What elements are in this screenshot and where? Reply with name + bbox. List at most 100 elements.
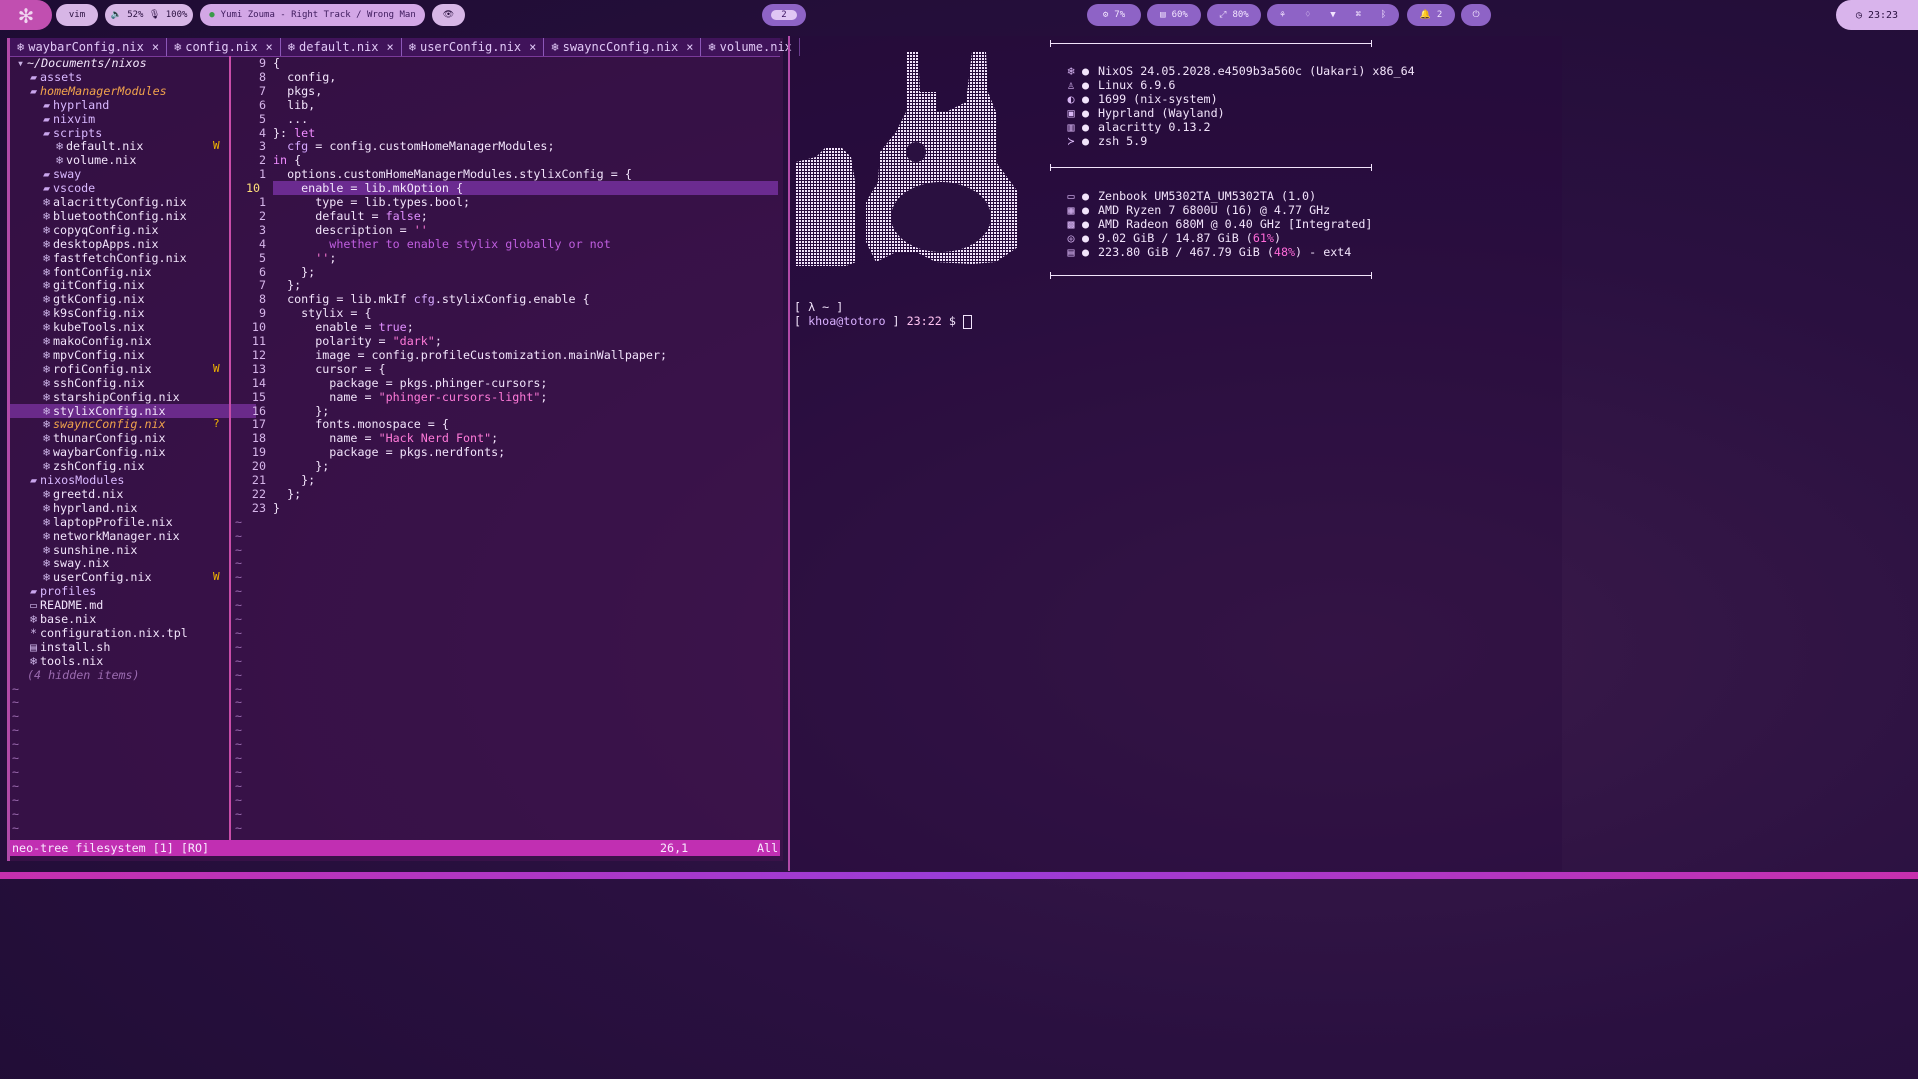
code-line[interactable]: { (273, 56, 280, 70)
code-line[interactable]: in { (273, 153, 301, 167)
code-line[interactable]: cfg = config.customHomeManagerModules; (273, 139, 554, 153)
code-line[interactable]: } (273, 501, 280, 515)
tree-item[interactable]: ❄ thunarConfig.nix (10, 431, 166, 445)
tree-item[interactable]: ❄ laptopProfile.nix (10, 515, 173, 529)
code-line[interactable]: options.customHomeManagerModules.stylixC… (273, 167, 632, 181)
tree-item[interactable]: ❄ fastfetchConfig.nix (10, 251, 187, 265)
tree-item[interactable]: ❄ sunshine.nix (10, 543, 137, 557)
workspace-indicator[interactable]: 2 (762, 4, 806, 26)
memory-pill[interactable]: ▤ 60% (1147, 4, 1201, 26)
tree-item[interactable]: ❄ mpvConfig.nix (10, 348, 145, 362)
current-code-line[interactable]: enable = lib.mkOption { (273, 181, 778, 196)
code-line[interactable]: image = config.profileCustomization.main… (273, 348, 667, 362)
close-tab-icon[interactable]: × (686, 40, 693, 54)
tree-item[interactable]: ❄ gitConfig.nix (10, 278, 145, 292)
tree-item[interactable]: ▰ hyprland (10, 98, 109, 112)
nix-snowflake-icon[interactable]: ✻ (0, 0, 52, 30)
code-line[interactable]: fonts.monospace = { (273, 417, 449, 431)
code-line[interactable]: package = pkgs.nerdfonts; (273, 445, 505, 459)
tree-item[interactable]: ❄ swayncConfig.nix? (10, 417, 220, 431)
close-tab-icon[interactable]: × (387, 40, 394, 54)
code-line[interactable]: lib, (273, 98, 315, 112)
tree-item[interactable]: ❄ makoConfig.nix (10, 334, 152, 348)
tray-app-icon[interactable]: ⚘ (1280, 10, 1285, 20)
code-line[interactable]: }; (273, 473, 315, 487)
tree-item[interactable]: ❄ k9sConfig.nix (10, 306, 145, 320)
code-line[interactable]: stylix = { (273, 306, 371, 320)
code-line[interactable]: enable = true; (273, 320, 414, 334)
buffer-tab[interactable]: ❄ volume.nix (701, 38, 800, 56)
tree-item[interactable]: ❄ base.nix (10, 612, 96, 626)
network-icon[interactable]: ⌘ (1356, 10, 1361, 20)
code-line[interactable]: }; (273, 487, 301, 501)
buffer-tab[interactable]: ❄ default.nix × (281, 38, 402, 56)
code-line[interactable]: }; (273, 404, 329, 418)
disk-pill[interactable]: ⤢ 80% (1207, 4, 1261, 26)
tree-item[interactable]: ❄ gtkConfig.nix (10, 292, 145, 306)
code-line[interactable]: type = lib.types.bool; (273, 195, 470, 209)
tree-item[interactable]: ❄ zshConfig.nix (10, 459, 145, 473)
tree-item[interactable]: ▰ nixosModules (10, 473, 124, 487)
close-tab-icon[interactable]: × (529, 40, 536, 54)
code-line[interactable]: config, (273, 70, 336, 84)
tree-item[interactable]: ❄ stylixConfig.nix (10, 403, 256, 418)
bluetooth-icon[interactable]: ᛒ (1381, 10, 1386, 20)
neovim-window[interactable]: ❄ waybarConfig.nix × ❄ config.nix × ❄ default.n… (7, 38, 800, 861)
power-button[interactable]: ⏻ (1461, 4, 1491, 26)
tree-item[interactable]: ❄ alacrittyConfig.nix (10, 195, 187, 209)
tree-item[interactable]: ❄ volume.nix (10, 153, 136, 167)
tree-item[interactable]: ▰ nixvim (10, 112, 95, 126)
tree-item[interactable]: ❄ sshConfig.nix (10, 376, 145, 390)
tree-item[interactable]: ❄ starshipConfig.nix (10, 390, 180, 404)
code-editor[interactable]: { config, pkgs, lib, ...}: let cfg = con… (273, 56, 778, 846)
tree-item[interactable]: ❄ greetd.nix (10, 487, 123, 501)
code-line[interactable]: ''; (273, 251, 336, 265)
prompt-line-2[interactable]: [ khoa@totoro ] 23:22 $ (794, 314, 972, 329)
notifications-pill[interactable]: 🔔 2 (1407, 4, 1455, 26)
code-line[interactable]: config = lib.mkIf cfg.stylixConfig.enabl… (273, 292, 590, 306)
code-line[interactable]: }: let (273, 126, 315, 140)
volume-pill[interactable]: 🔈 52% 🎙 100% (105, 4, 193, 26)
tree-item[interactable]: ❄ rofiConfig.nix W (10, 362, 220, 376)
terminal-window[interactable]: ❄ ● NixOS 24.05.2028.e4509b3a560c (Uakari)… (788, 36, 1562, 871)
tree-item[interactable]: ❄ userConfig.nix W (10, 570, 220, 584)
tree-item[interactable]: ▰ sway (10, 167, 81, 181)
tree-item[interactable]: ▰ scripts (10, 126, 102, 140)
split-separator[interactable] (229, 56, 231, 846)
cpu-pill[interactable]: ⚙ 7% (1087, 4, 1141, 26)
code-line[interactable]: whether to enable stylix globally or not (273, 237, 610, 251)
tree-item[interactable]: ❄ desktopApps.nix (10, 237, 159, 251)
buffer-tab[interactable]: ❄ swayncConfig.nix × (544, 38, 702, 56)
tree-item[interactable]: ❄ tools.nix (10, 654, 103, 668)
tree-item[interactable]: * configuration.nix.tpl (10, 626, 188, 640)
tree-root[interactable]: ▾ ~/Documents/nixos (14, 56, 147, 70)
tree-item[interactable]: ▰ assets (10, 70, 82, 84)
clock-pill[interactable]: ◷ 23:23 (1836, 0, 1918, 30)
code-line[interactable]: ... (273, 112, 308, 126)
media-player-pill[interactable]: ● Yumi Zouma - Right Track / Wrong Man (200, 4, 425, 26)
close-tab-icon[interactable]: × (152, 40, 159, 54)
code-line[interactable]: name = "phinger-cursors-light"; (273, 390, 547, 404)
code-line[interactable]: cursor = { (273, 362, 385, 376)
vim-mode-pill[interactable]: vim (56, 4, 98, 26)
visibility-toggle-button[interactable]: 👁 (432, 4, 465, 26)
tree-item[interactable]: ▰ profiles (10, 584, 96, 598)
tree-item[interactable]: ❄ bluetoothConfig.nix (10, 209, 187, 223)
tree-item[interactable]: ❄ waybarConfig.nix (10, 445, 166, 459)
code-line[interactable]: name = "Hack Nerd Font"; (273, 431, 498, 445)
code-line[interactable]: }; (273, 265, 315, 279)
tree-item[interactable]: ▤ install.sh (10, 640, 110, 654)
tree-item[interactable]: ▭ README.md (10, 598, 103, 612)
code-line[interactable]: description = '' (273, 223, 428, 237)
tree-item[interactable]: ▰ homeManagerModules (10, 84, 167, 98)
tree-item[interactable]: ❄ sway.nix (10, 556, 109, 570)
wifi-icon[interactable]: ▼ (1330, 10, 1335, 20)
tree-item[interactable]: ❄ fontConfig.nix (10, 265, 152, 279)
buffer-tab[interactable]: ❄ userConfig.nix × (402, 38, 545, 56)
close-tab-icon[interactable]: × (266, 40, 273, 54)
buffer-tab[interactable]: ❄ config.nix × (167, 38, 281, 56)
code-line[interactable]: }; (273, 459, 329, 473)
code-line[interactable]: polarity = "dark"; (273, 334, 442, 348)
buffer-tab[interactable]: ❄ waybarConfig.nix × (10, 38, 168, 56)
tree-item[interactable]: ▰ vscode (10, 181, 95, 195)
